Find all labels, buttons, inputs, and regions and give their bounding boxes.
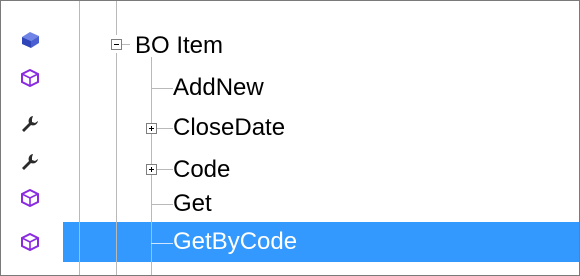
- tree-item-label: GetByCode: [173, 228, 298, 255]
- tree-guide-line: [116, 53, 117, 275]
- tree-guide-line: [122, 44, 130, 45]
- expand-toggle[interactable]: [146, 164, 157, 175]
- method-cube-icon: [19, 187, 45, 211]
- method-cube-icon: [19, 67, 45, 91]
- tree-row-getbycode-selected[interactable]: GetByCode: [63, 222, 579, 262]
- tree-guide-line: [151, 88, 173, 89]
- business-object-icon: [19, 29, 45, 53]
- tree-view[interactable]: GetByCode BO Item AddNew CloseDate Code …: [0, 0, 580, 276]
- expand-toggle[interactable]: [146, 123, 157, 134]
- tree-guide-line: [157, 128, 173, 129]
- tree-guide-line: [157, 169, 173, 170]
- tree-item-label[interactable]: CloseDate: [173, 113, 285, 143]
- icon-gutter: [1, 1, 61, 275]
- property-wrench-icon: [19, 151, 45, 175]
- tree-guide-line: [116, 1, 117, 35]
- tree-item-label[interactable]: AddNew: [173, 73, 264, 103]
- collapse-toggle[interactable]: [111, 39, 122, 50]
- tree-item-label[interactable]: Get: [173, 189, 212, 219]
- property-wrench-icon: [19, 113, 45, 137]
- method-cube-icon: [19, 231, 45, 255]
- tree-guide-line: [151, 204, 173, 205]
- tree-guide-line: [79, 1, 80, 275]
- tree-guide-line: [151, 243, 173, 244]
- tree-root-label[interactable]: BO Item: [135, 31, 223, 61]
- tree-item-label[interactable]: Code: [173, 155, 230, 185]
